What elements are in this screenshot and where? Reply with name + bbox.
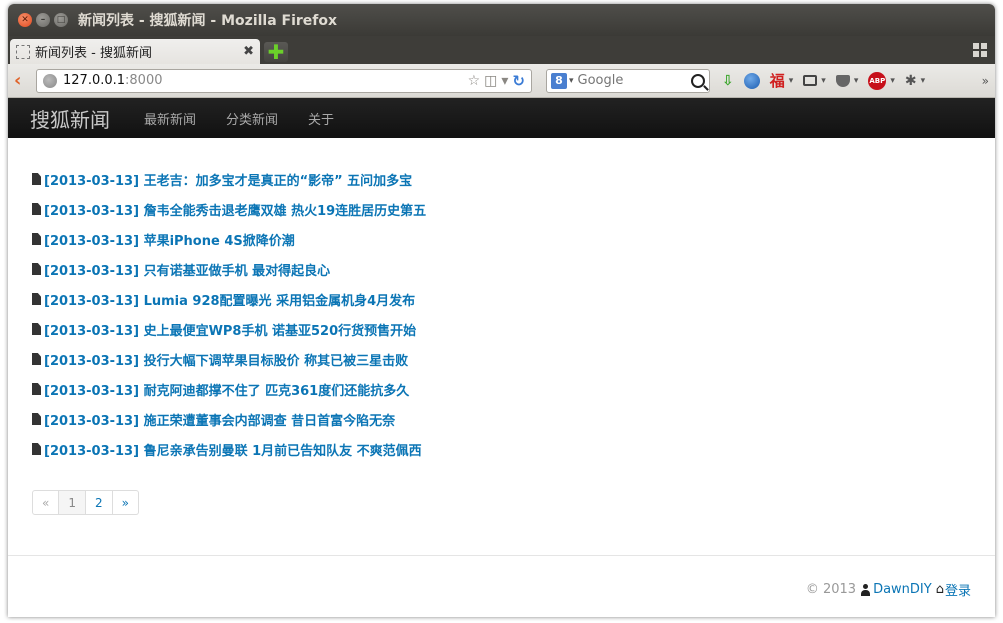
nav-category-news[interactable]: 分类新闻 [226, 109, 278, 128]
site-navbar: 搜狐新闻 最新新闻 分类新闻 关于 [8, 98, 995, 138]
pocket-save-icon[interactable]: ◫ [484, 73, 497, 89]
url-host: 127.0.0.1 [63, 73, 126, 88]
fu-icon[interactable]: 福 ▾ [770, 70, 794, 91]
search-input[interactable] [577, 73, 678, 88]
url-port: :8000 [125, 73, 163, 88]
star-icon[interactable]: ☆ [468, 73, 481, 89]
news-link[interactable]: [2013-03-13] 施正荣遭董事会内部调查 昔日首富今陷无奈 [44, 410, 395, 429]
site-brand[interactable]: 搜狐新闻 [30, 104, 110, 133]
list-item: [2013-03-13] 鲁尼亲承告别曼联 1月前已告知队友 不爽范佩西 [32, 434, 995, 464]
page-2-button[interactable]: 2 [85, 490, 113, 515]
addon-toolbar: ⇩ 福 ▾ ▾ ▾ ABP ▾ ✱ ▾ [722, 70, 935, 91]
news-list: [2013-03-13] 王老吉：加多宝才是真正的“影帝” 五问加多宝 [201… [32, 164, 995, 464]
copyright: © 2013 [805, 582, 857, 597]
window-title: 新闻列表 - 搜狐新闻 - Mozilla Firefox [78, 13, 338, 29]
google-engine-icon[interactable]: 8 [551, 72, 567, 89]
adblock-icon[interactable]: ABP ▾ [868, 71, 895, 90]
url-bar[interactable]: 127.0.0.1 :8000 ☆ ◫ ▾ ↻ [36, 68, 532, 93]
minimize-window-button[interactable]: – [36, 13, 50, 27]
list-item: [2013-03-13] 王老吉：加多宝才是真正的“影帝” 五问加多宝 [32, 164, 995, 194]
document-icon [32, 353, 41, 365]
user-link[interactable]: DawnDIY [873, 582, 932, 597]
list-item: [2013-03-13] 苹果iPhone 4S掀降价潮 [32, 224, 995, 254]
nav-latest-news[interactable]: 最新新闻 [144, 109, 196, 128]
document-icon [32, 263, 41, 275]
login-link[interactable]: 登录 [945, 580, 971, 599]
document-icon [32, 203, 41, 215]
close-window-button[interactable]: ✕ [18, 13, 32, 27]
tab-news-list[interactable]: 新闻列表 - 搜狐新闻 ✖ [10, 39, 260, 64]
home-icon: ⌂ [935, 582, 944, 597]
page-prev-button[interactable]: « [32, 490, 60, 515]
user-icon [860, 583, 871, 596]
page-icon [16, 44, 30, 59]
news-link[interactable]: [2013-03-13] 投行大幅下调苹果目标股价 称其已被三星击败 [44, 350, 408, 369]
document-icon [32, 383, 41, 395]
page-next-button[interactable]: » [112, 490, 139, 515]
document-icon [32, 413, 41, 425]
search-icon[interactable] [691, 73, 705, 88]
list-item: [2013-03-13] 只有诺基亚做手机 最对得起良心 [32, 254, 995, 284]
document-icon [32, 233, 41, 245]
news-link[interactable]: [2013-03-13] 耐克阿迪都撑不住了 匹克361度们还能抗多久 [44, 380, 409, 399]
list-item: [2013-03-13] 史上最便宜WP8手机 诺基亚520行货预售开始 [32, 314, 995, 344]
overflow-icon[interactable]: » [982, 74, 989, 88]
news-link[interactable]: [2013-03-13] 詹韦全能秀击退老鹰双雄 热火19连胜居历史第五 [44, 200, 426, 219]
list-item: [2013-03-13] 耐克阿迪都撑不住了 匹克361度们还能抗多久 [32, 374, 995, 404]
news-link[interactable]: [2013-03-13] 王老吉：加多宝才是真正的“影帝” 五问加多宝 [44, 170, 412, 189]
news-link[interactable]: [2013-03-13] 只有诺基亚做手机 最对得起良心 [44, 260, 330, 279]
camera-icon[interactable]: ▾ [803, 75, 826, 86]
list-item: [2013-03-13] 詹韦全能秀击退老鹰双雄 热火19连胜居历史第五 [32, 194, 995, 224]
search-bar[interactable]: 8 ▾ [546, 68, 710, 93]
pocket-icon[interactable]: ▾ [835, 74, 858, 87]
nav-about[interactable]: 关于 [308, 109, 334, 128]
blue-orb-icon[interactable] [743, 72, 760, 89]
navigation-toolbar: ‹ 127.0.0.1 :8000 ☆ ◫ ▾ ↻ 8 ▾ ⇩ 福▾ ▾ ▾ A… [8, 64, 995, 98]
footer: © 2013 DawnDIY ⌂ 登录 [8, 555, 995, 617]
news-link[interactable]: [2013-03-13] 史上最便宜WP8手机 诺基亚520行货预售开始 [44, 320, 416, 339]
footer-inner: © 2013 DawnDIY ⌂ 登录 [806, 580, 971, 599]
list-item: [2013-03-13] Lumia 928配置曝光 采用铝金属机身4月发布 [32, 284, 995, 314]
engine-dropdown-icon[interactable]: ▾ [569, 76, 574, 86]
back-arrow-icon[interactable]: ‹ [14, 70, 36, 91]
main-content: [2013-03-13] 王老吉：加多宝才是真正的“影帝” 五问加多宝 [201… [8, 138, 995, 515]
list-item: [2013-03-13] 施正荣遭董事会内部调查 昔日首富今陷无奈 [32, 404, 995, 434]
document-icon [32, 173, 41, 185]
pagination: « 1 2 » [32, 490, 995, 515]
tab-groups-icon[interactable] [973, 43, 987, 57]
document-icon [32, 443, 41, 455]
page-1-button[interactable]: 1 [59, 490, 86, 515]
bug-icon[interactable]: ✱ ▾ [905, 73, 925, 89]
news-link[interactable]: [2013-03-13] 鲁尼亲承告别曼联 1月前已告知队友 不爽范佩西 [44, 440, 422, 459]
document-icon [32, 323, 41, 335]
tab-strip: 新闻列表 - 搜狐新闻 ✖ ✚ [8, 36, 995, 64]
download-arrow-icon[interactable]: ⇩ [722, 73, 734, 89]
news-link[interactable]: [2013-03-13] Lumia 928配置曝光 采用铝金属机身4月发布 [44, 290, 415, 309]
title-bar: ✕ – □ 新闻列表 - 搜狐新闻 - Mozilla Firefox [8, 4, 995, 36]
document-icon [32, 293, 41, 305]
list-item: [2013-03-13] 投行大幅下调苹果目标股价 称其已被三星击败 [32, 344, 995, 374]
tab-label: 新闻列表 - 搜狐新闻 [35, 46, 152, 61]
dropdown-arrow-icon[interactable]: ▾ [501, 73, 508, 89]
maximize-window-button[interactable]: □ [54, 13, 68, 27]
globe-icon [43, 73, 57, 88]
new-tab-button[interactable]: ✚ [264, 42, 288, 62]
browser-window: ✕ – □ 新闻列表 - 搜狐新闻 - Mozilla Firefox 新闻列表… [8, 4, 995, 617]
close-tab-icon[interactable]: ✖ [243, 44, 254, 59]
reload-icon[interactable]: ↻ [512, 72, 525, 90]
news-link[interactable]: [2013-03-13] 苹果iPhone 4S掀降价潮 [44, 230, 295, 249]
